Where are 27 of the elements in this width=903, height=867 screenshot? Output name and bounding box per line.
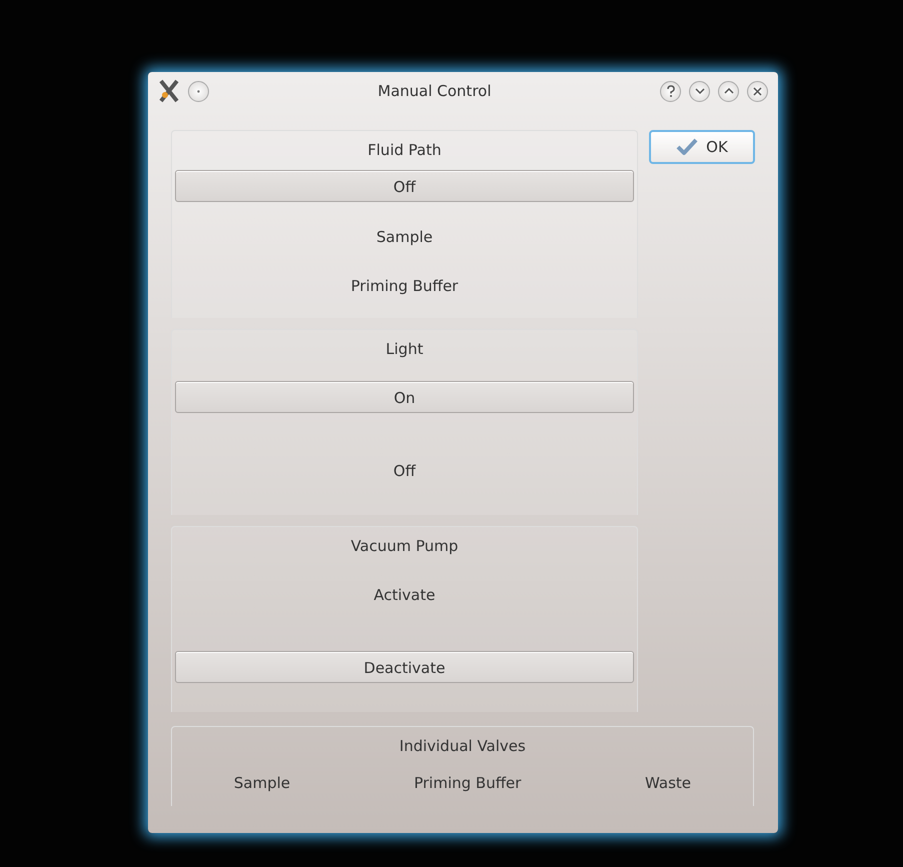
valve-button[interactable]: Waste — [636, 766, 700, 798]
option-button[interactable]: Off — [175, 170, 634, 202]
check-icon — [676, 138, 698, 156]
close-icon — [753, 86, 762, 96]
option-button[interactable]: Sample — [175, 220, 634, 252]
group-title: Fluid Path — [368, 141, 442, 159]
close-button[interactable] — [747, 80, 768, 102]
option-button[interactable]: Activate — [175, 578, 634, 610]
app-icon — [158, 79, 180, 103]
option-button[interactable]: Off — [175, 454, 634, 486]
dot-icon — [197, 90, 200, 92]
minimize-button[interactable] — [689, 80, 710, 102]
group-title: Individual Valves — [399, 737, 526, 755]
help-button[interactable] — [660, 80, 681, 102]
option-button[interactable]: On — [175, 381, 634, 414]
group-title: Light — [386, 340, 424, 358]
option-button[interactable]: Priming Buffer — [175, 269, 634, 302]
chevron-up-icon — [724, 88, 734, 94]
window-title: Manual Control — [378, 82, 492, 100]
ok-button[interactable]: OK — [649, 130, 755, 164]
chevron-down-icon — [694, 88, 704, 94]
maximize-button[interactable] — [718, 80, 739, 102]
option-button[interactable]: Deactivate — [175, 651, 634, 684]
valve-button[interactable]: Sample — [224, 766, 300, 798]
help-icon — [666, 85, 676, 97]
group-title: Vacuum Pump — [350, 537, 458, 555]
valve-button[interactable]: Priming Buffer — [404, 766, 530, 798]
